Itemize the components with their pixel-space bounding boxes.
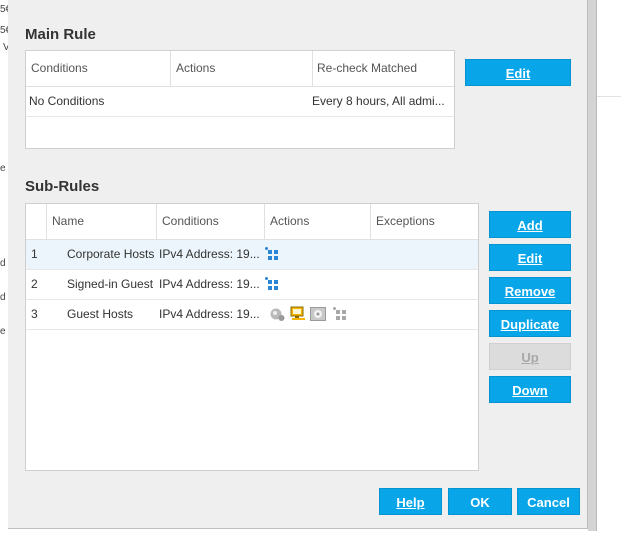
edit-sub-rule-button[interactable]: Edit (489, 244, 571, 271)
sub-rules-table: Name Conditions Actions Exceptions 1 Cor… (25, 203, 479, 471)
monitor-action-icon (290, 306, 305, 320)
column-header-exceptions[interactable]: Exceptions (371, 204, 478, 239)
main-rule-recheck-cell: Every 8 hours, All admi... (312, 94, 445, 108)
table-row[interactable]: 3 Guest Hosts IPv4 Address: 19... (26, 300, 478, 330)
table-row[interactable]: 2 Signed-in Guest IPv4 Address: 19... (26, 270, 478, 300)
column-header-conditions[interactable]: Conditions (157, 204, 265, 239)
column-header-recheck[interactable]: Re-check (313, 51, 373, 86)
column-header-name[interactable]: Name (47, 204, 157, 239)
column-header-index[interactable] (26, 204, 47, 239)
background-text: e (0, 163, 6, 174)
background-text: d (0, 258, 6, 269)
main-rule-table-header: Conditions Actions Re-check Matched (26, 51, 454, 87)
enforcement-icon (265, 277, 279, 291)
main-rule-conditions-cell: No Conditions (29, 94, 105, 108)
row-name: Signed-in Guest (67, 277, 154, 291)
column-header-actions[interactable]: Actions (171, 51, 313, 86)
guest-action-icon (270, 308, 285, 321)
row-conditions: IPv4 Address: 19... (159, 277, 260, 291)
table-row[interactable]: No Conditions Every 8 hours, All admi... (26, 87, 454, 117)
background-text: d (0, 292, 6, 303)
sub-rules-table-header: Name Conditions Actions Exceptions (26, 204, 478, 240)
main-rule-title: Main Rule (25, 26, 96, 43)
background-divider (595, 96, 621, 97)
row-conditions: IPv4 Address: 19... (159, 247, 260, 261)
column-header-actions[interactable]: Actions (265, 204, 371, 239)
main-rule-table: Conditions Actions Re-check Matched No C… (25, 50, 455, 149)
ok-button[interactable]: OK (448, 488, 512, 515)
rule-dialog: Main Rule Conditions Actions Re-check Ma… (8, 0, 588, 529)
dialog-border (588, 0, 597, 531)
add-sub-rule-button[interactable]: Add (489, 211, 571, 238)
row-index: 3 (31, 307, 38, 321)
row-index: 1 (31, 247, 38, 261)
enforcement-icon (265, 247, 279, 261)
sub-rules-title: Sub-Rules (25, 178, 100, 195)
move-down-button[interactable]: Down (489, 376, 571, 403)
help-button[interactable]: Help (379, 488, 442, 515)
row-conditions: IPv4 Address: 19... (159, 307, 260, 321)
enforcement-icon (333, 307, 347, 321)
duplicate-sub-rule-button[interactable]: Duplicate (489, 310, 571, 337)
move-up-button[interactable]: Up (489, 343, 571, 370)
row-name: Corporate Hosts (67, 247, 155, 261)
row-index: 2 (31, 277, 38, 291)
disk-action-icon (310, 307, 326, 321)
table-row[interactable]: 1 Corporate Hosts IPv4 Address: 19... (26, 240, 478, 270)
column-header-conditions[interactable]: Conditions (26, 51, 171, 86)
cancel-button[interactable]: Cancel (517, 488, 580, 515)
background-text: e (0, 326, 6, 337)
row-name: Guest Hosts (67, 307, 134, 321)
main-rule-edit-button[interactable]: Edit (465, 59, 571, 86)
column-header-matched[interactable]: Matched (367, 51, 447, 86)
remove-sub-rule-button[interactable]: Remove (489, 277, 571, 304)
